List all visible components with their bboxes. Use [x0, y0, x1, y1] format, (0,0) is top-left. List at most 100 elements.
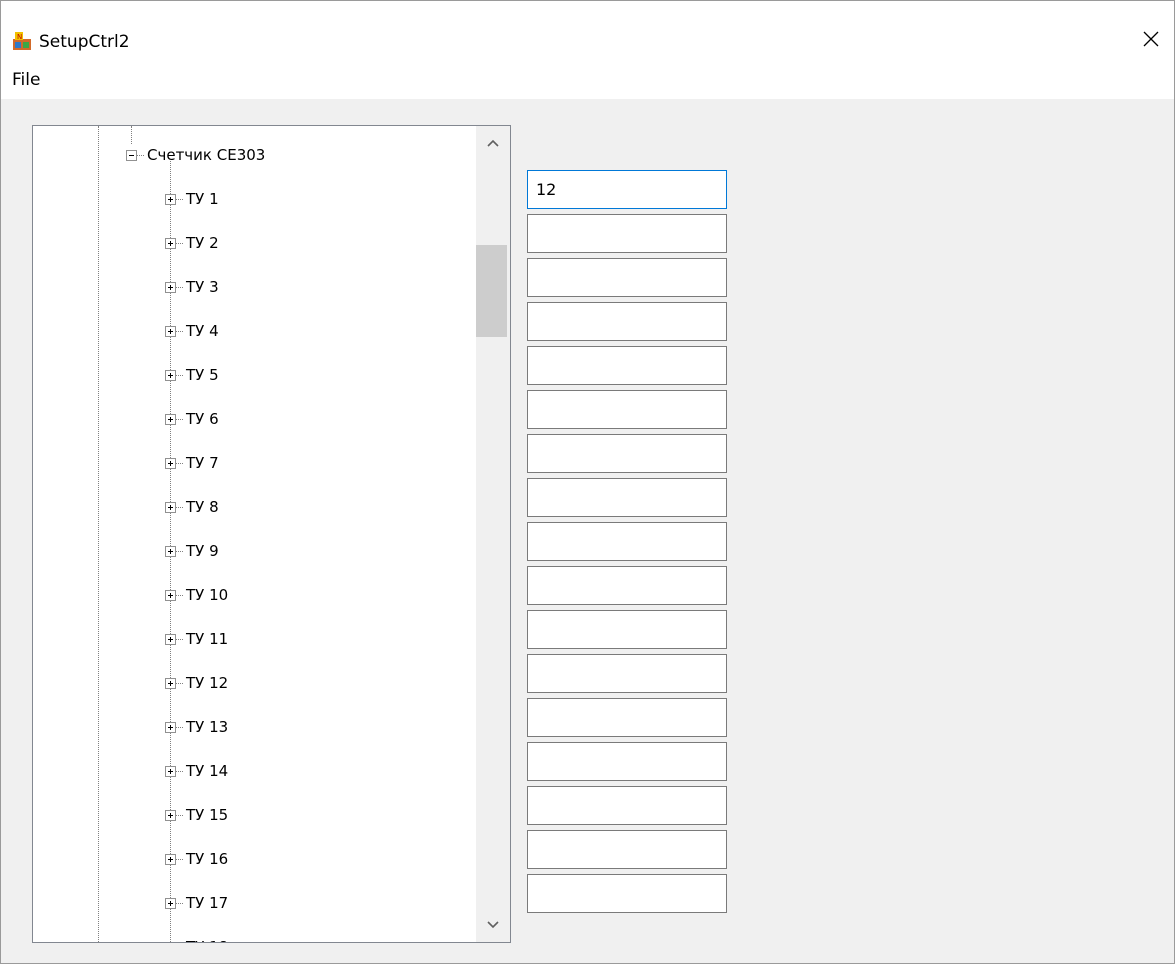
tree-node-item[interactable]: ТУ 13	[165, 716, 228, 738]
tree-node-label: ТУ 8	[186, 498, 219, 516]
value-field[interactable]	[527, 390, 727, 429]
tree-node-item[interactable]: ТУ 8	[165, 496, 219, 518]
value-field[interactable]	[527, 214, 727, 253]
tree-node-label: ТУ 5	[186, 366, 219, 384]
collapse-icon[interactable]	[126, 149, 137, 161]
close-icon	[1143, 31, 1159, 47]
tree-connector	[176, 682, 183, 684]
tree-connector	[176, 418, 183, 420]
tree-node-root[interactable]: Счетчик CE303	[126, 144, 265, 166]
tree-connector	[176, 198, 183, 200]
tree-node-label: ТУ 7	[186, 454, 219, 472]
value-field[interactable]	[527, 522, 727, 561]
tree-node-label: ТУ 12	[186, 674, 229, 692]
tree-connector	[176, 550, 183, 552]
expand-icon[interactable]	[165, 809, 176, 821]
tree-node-item[interactable]: ТУ 12	[165, 672, 228, 694]
scroll-up-button[interactable]	[476, 126, 510, 160]
tree-node-label: ТУ 17	[186, 894, 229, 912]
tree-connector	[176, 858, 183, 860]
expand-icon[interactable]	[165, 501, 176, 513]
tree-node-item[interactable]: ТУ 10	[165, 584, 228, 606]
expand-icon[interactable]	[165, 457, 176, 469]
value-field[interactable]	[527, 830, 727, 869]
value-field[interactable]	[527, 786, 727, 825]
svg-text:N: N	[17, 33, 22, 41]
tree-node-item[interactable]: ТУ 7	[165, 452, 219, 474]
tree-node-label: ТУ 9	[186, 542, 219, 560]
tree-node-item[interactable]: ТУ 15	[165, 804, 228, 826]
value-field[interactable]	[527, 478, 727, 517]
tree-node-label: ТУ 14	[186, 762, 229, 780]
tree-node-item[interactable]: ТУ 1	[165, 188, 219, 210]
value-field[interactable]	[527, 610, 727, 649]
expand-icon[interactable]	[165, 325, 176, 337]
tree-guide-level1	[98, 126, 99, 942]
expand-icon[interactable]	[165, 545, 176, 557]
tree-node-label: ТУ 4	[186, 322, 219, 340]
tree-connector	[176, 330, 183, 332]
scroll-down-button[interactable]	[476, 908, 510, 942]
expand-icon[interactable]	[165, 193, 176, 205]
expand-icon[interactable]	[165, 369, 176, 381]
vertical-scrollbar[interactable]	[476, 126, 510, 942]
value-field[interactable]	[527, 346, 727, 385]
app-icon: N	[13, 32, 31, 50]
expand-icon[interactable]	[165, 941, 176, 942]
value-field[interactable]	[527, 874, 727, 913]
menu-bar: File	[1, 59, 1174, 99]
tree-node-label: ТУ 3	[186, 278, 219, 296]
tree-node-item[interactable]: ТУ 11	[165, 628, 228, 650]
tree-node-item[interactable]: ТУ 17	[165, 892, 228, 914]
value-field[interactable]	[527, 654, 727, 693]
tree-node-label: ТУ 10	[186, 586, 229, 604]
tree-guide-level2	[131, 126, 132, 144]
tree-node-item[interactable]: ТУ 14	[165, 760, 228, 782]
menu-file[interactable]: File	[11, 69, 41, 91]
expand-icon[interactable]	[165, 721, 176, 733]
tree-connector	[176, 374, 183, 376]
tree-connector	[137, 154, 144, 156]
value-field[interactable]	[527, 302, 727, 341]
title-bar: N SetupCtrl2	[1, 1, 1174, 59]
tree-connector	[176, 638, 183, 640]
expand-icon[interactable]	[165, 413, 176, 425]
value-field[interactable]	[527, 434, 727, 473]
tree-node-label: ТУ 11	[186, 630, 229, 648]
tree-connector	[176, 726, 183, 728]
value-field[interactable]	[527, 566, 727, 605]
expand-icon[interactable]	[165, 281, 176, 293]
expand-icon[interactable]	[165, 237, 176, 249]
expand-icon[interactable]	[165, 677, 176, 689]
expand-icon[interactable]	[165, 633, 176, 645]
tree-node-item[interactable]: ТУ 18	[165, 936, 228, 942]
expand-icon[interactable]	[165, 765, 176, 777]
tree-node-item[interactable]: ТУ 9	[165, 540, 219, 562]
tree-node-label: ТУ 6	[186, 410, 219, 428]
expand-icon[interactable]	[165, 897, 176, 909]
tree-node-label: ТУ 15	[186, 806, 229, 824]
tree-connector	[176, 462, 183, 464]
tree-node-item[interactable]: ТУ 2	[165, 232, 219, 254]
scrollbar-thumb[interactable]	[476, 245, 507, 337]
tree-view[interactable]: Счетчик CE303 ТУ 1 ТУ 2 ТУ 3 ТУ 4 ТУ 5 ТУ 6 ТУ…	[32, 125, 511, 943]
expand-icon[interactable]	[165, 853, 176, 865]
value-field[interactable]	[527, 742, 727, 781]
tree-node-item[interactable]: ТУ 6	[165, 408, 219, 430]
tree-node-item[interactable]: ТУ 3	[165, 276, 219, 298]
window-title: SetupCtrl2	[39, 32, 130, 52]
close-button[interactable]	[1128, 19, 1174, 59]
tree-node-item[interactable]: ТУ 16	[165, 848, 228, 870]
expand-icon[interactable]	[165, 589, 176, 601]
tree-connector	[176, 286, 183, 288]
value-field[interactable]	[527, 170, 727, 209]
tree-connector	[176, 770, 183, 772]
value-field[interactable]	[527, 698, 727, 737]
tree-connector	[176, 902, 183, 904]
tree-node-item[interactable]: ТУ 5	[165, 364, 219, 386]
tree-node-label: ТУ 1	[186, 190, 219, 208]
tree-node-label: ТУ 18	[186, 937, 228, 942]
value-field[interactable]	[527, 258, 727, 297]
tree-node-label: ТУ 2	[186, 234, 219, 252]
tree-node-item[interactable]: ТУ 4	[165, 320, 219, 342]
